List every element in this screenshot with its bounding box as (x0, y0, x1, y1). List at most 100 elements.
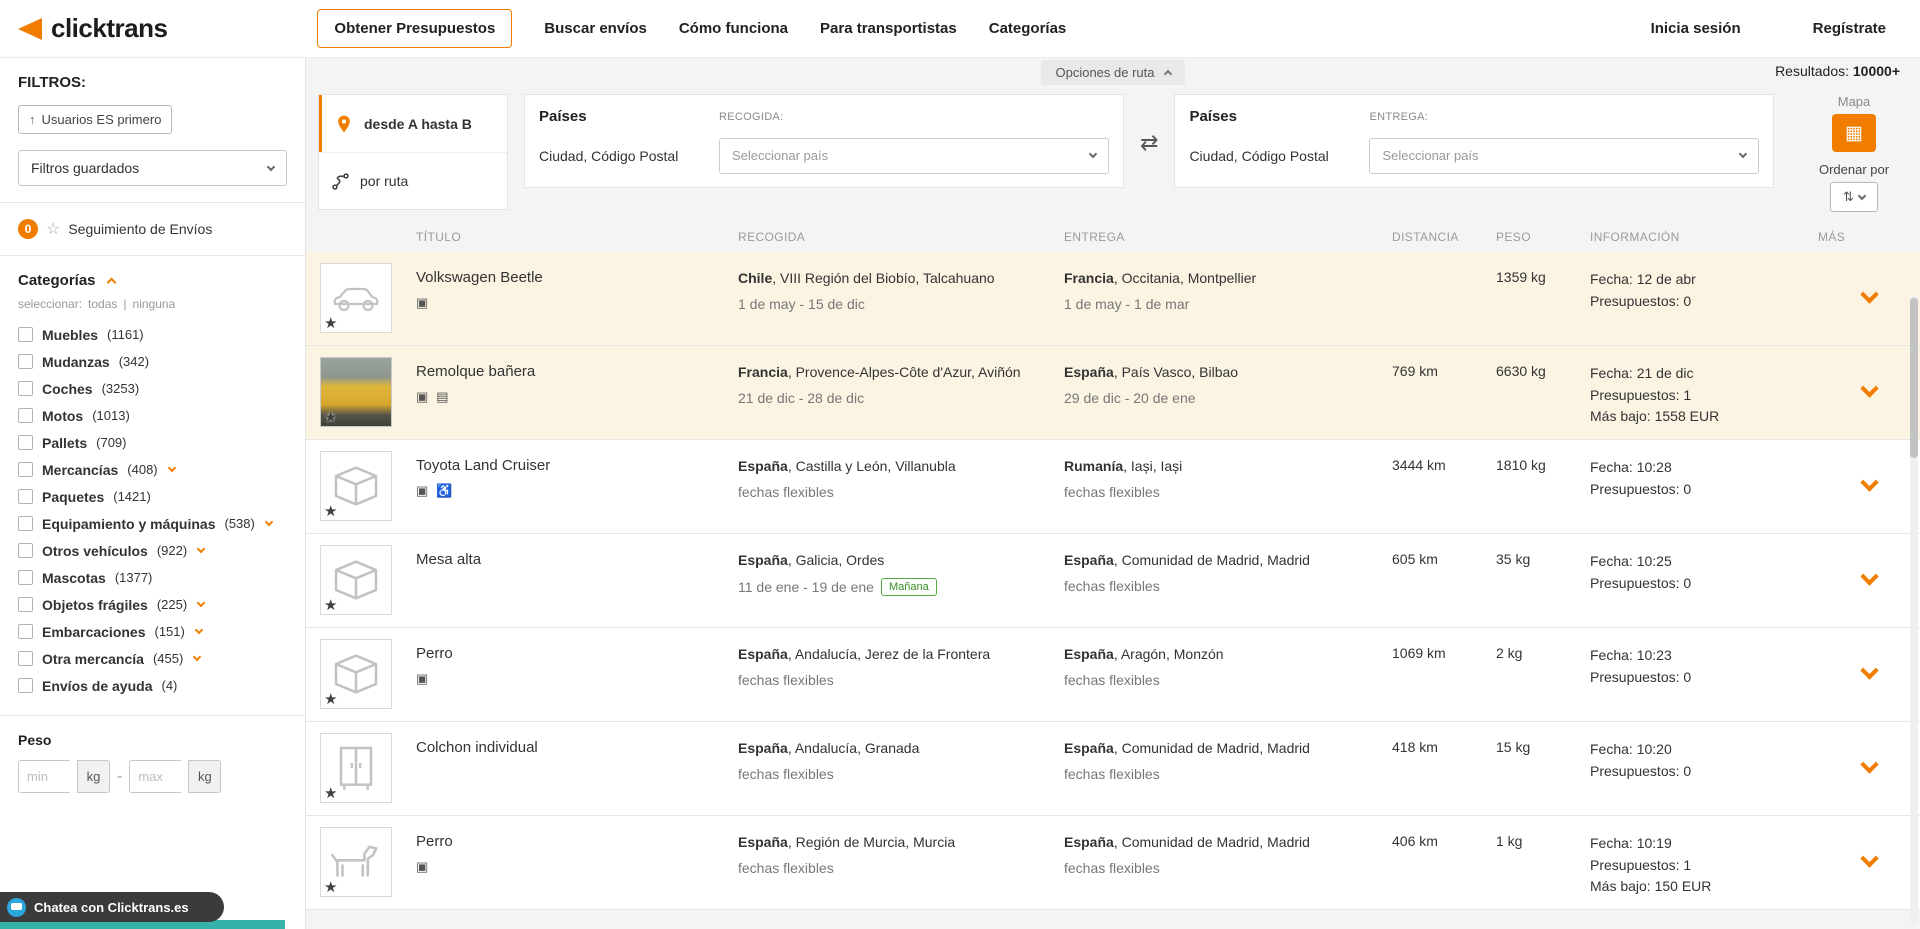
category-filter-item[interactable]: Envíos de ayuda (4) (18, 672, 287, 699)
shipment-thumbnail[interactable] (320, 733, 392, 803)
shipment-thumbnail[interactable] (320, 357, 392, 427)
shipment-thumbnail[interactable] (320, 263, 392, 333)
shipment-title[interactable]: Mesa alta (416, 551, 720, 568)
shipment-title[interactable]: Perro (416, 645, 720, 662)
expand-row-chevron-icon[interactable] (1860, 567, 1878, 585)
favorite-star-icon[interactable] (324, 596, 337, 614)
register-link[interactable]: Regístrate (1813, 20, 1886, 37)
category-checkbox[interactable] (18, 327, 33, 342)
shipment-thumbnail[interactable] (320, 827, 392, 897)
nav-get-quotes[interactable]: Obtener Presupuestos (317, 9, 512, 48)
map-view-button[interactable]: ▦ (1832, 114, 1876, 152)
chevron-down-icon[interactable] (195, 626, 203, 634)
chevron-down-icon[interactable] (265, 518, 273, 526)
shipment-thumbnail[interactable] (320, 545, 392, 615)
favorite-star-icon[interactable] (324, 314, 337, 332)
category-checkbox[interactable] (18, 489, 33, 504)
delivery-country-select[interactable]: Seleccionar país (1369, 138, 1759, 174)
clicktrans-logo[interactable]: clicktrans (18, 13, 167, 44)
weight-max-input[interactable] (129, 760, 181, 793)
favorite-star-icon[interactable] (324, 408, 337, 426)
shipment-title[interactable]: Volkswagen Beetle (416, 269, 720, 286)
category-filter-item[interactable]: Otra mercancía (455) (18, 645, 287, 672)
chat-widget[interactable]: Chatea con Clicktrans.es (0, 892, 224, 922)
categories-section-toggle[interactable]: Categorías (18, 272, 287, 289)
shipment-row[interactable]: Toyota Land Cruiser ▣ ♿ España, Castilla… (306, 440, 1920, 534)
expand-row-chevron-icon[interactable] (1860, 285, 1878, 303)
category-checkbox[interactable] (18, 651, 33, 666)
weight-min-input[interactable] (18, 760, 70, 793)
shipment-thumbnail[interactable] (320, 639, 392, 709)
route-options-toggle[interactable]: Opciones de ruta (1041, 60, 1184, 85)
category-checkbox[interactable] (18, 408, 33, 423)
category-filter-item[interactable]: Paquetes (1421) (18, 483, 287, 510)
category-filter-item[interactable]: Muebles (1161) (18, 321, 287, 348)
chevron-down-icon[interactable] (197, 599, 205, 607)
nav-categories[interactable]: Categorías (989, 20, 1067, 37)
tab-by-route[interactable]: por ruta (319, 152, 507, 209)
shipment-row[interactable]: Perro ▣ España, Andalucía, Jerez de la F… (306, 628, 1920, 722)
tab-from-a-to-b[interactable]: desde A hasta B (319, 95, 507, 152)
chevron-down-icon[interactable] (167, 464, 175, 472)
expand-row-chevron-icon[interactable] (1860, 379, 1878, 397)
select-none-link[interactable]: ninguna (133, 297, 176, 311)
shipment-row[interactable]: Volkswagen Beetle ▣ Chile, VIII Región d… (306, 252, 1920, 346)
expand-row-chevron-icon[interactable] (1860, 661, 1878, 679)
category-checkbox[interactable] (18, 678, 33, 693)
favorite-star-icon[interactable] (324, 502, 337, 520)
chevron-down-icon[interactable] (193, 653, 201, 661)
shipment-tracking[interactable]: 0 ☆ Seguimiento de Envíos (18, 219, 287, 239)
select-all-link[interactable]: todas (88, 297, 117, 311)
expand-row-chevron-icon[interactable] (1860, 755, 1878, 773)
vertical-scrollbar[interactable] (1910, 296, 1918, 925)
category-filter-item[interactable]: Objetos frágiles (225) (18, 591, 287, 618)
shipment-title[interactable]: Perro (416, 833, 720, 850)
chevron-down-icon[interactable] (197, 545, 205, 553)
shipment-title[interactable]: Toyota Land Cruiser (416, 457, 720, 474)
favorite-star-icon[interactable] (324, 784, 337, 802)
category-filter-item[interactable]: Equipamiento y máquinas (538) (18, 510, 287, 537)
category-filter-item[interactable]: Pallets (709) (18, 429, 287, 456)
delivery-countries-tab[interactable]: Países (1189, 108, 1357, 125)
category-filter-item[interactable]: Motos (1013) (18, 402, 287, 429)
nav-for-carriers[interactable]: Para transportistas (820, 20, 957, 37)
nav-search-shipments[interactable]: Buscar envíos (544, 20, 647, 37)
category-filter-item[interactable]: Mudanzas (342) (18, 348, 287, 375)
shipment-row[interactable]: Colchon individual España, Andalucía, Gr… (306, 722, 1920, 816)
category-filter-item[interactable]: Coches (3253) (18, 375, 287, 402)
pickup-country-select[interactable]: Seleccionar país (719, 138, 1109, 174)
nav-how-it-works[interactable]: Cómo funciona (679, 20, 788, 37)
category-checkbox[interactable] (18, 354, 33, 369)
category-checkbox[interactable] (18, 516, 33, 531)
shipment-title[interactable]: Remolque bañera (416, 363, 720, 380)
category-checkbox[interactable] (18, 462, 33, 477)
swap-locations-icon[interactable]: ⇄ (1140, 130, 1158, 156)
shipment-title[interactable]: Colchon individual (416, 739, 720, 756)
category-checkbox[interactable] (18, 435, 33, 450)
shipment-thumbnail[interactable] (320, 451, 392, 521)
category-filter-item[interactable]: Mascotas (1377) (18, 564, 287, 591)
es-users-first-button[interactable]: ↑ Usuarios ES primero (18, 105, 172, 134)
favorite-star-icon[interactable] (324, 690, 337, 708)
category-checkbox[interactable] (18, 381, 33, 396)
expand-row-chevron-icon[interactable] (1860, 849, 1878, 867)
delivery-city-tab[interactable]: Ciudad, Código Postal (1189, 148, 1357, 164)
category-checkbox[interactable] (18, 570, 33, 585)
category-checkbox[interactable] (18, 624, 33, 639)
scrollbar-thumb[interactable] (1910, 298, 1918, 458)
pickup-city-tab[interactable]: Ciudad, Código Postal (539, 148, 707, 164)
category-filter-item[interactable]: Embarcaciones (151) (18, 618, 287, 645)
favorite-star-icon[interactable] (324, 878, 337, 896)
category-checkbox[interactable] (18, 543, 33, 558)
login-link[interactable]: Inicia sesión (1651, 20, 1741, 37)
category-filter-item[interactable]: Otros vehículos (922) (18, 537, 287, 564)
shipment-row[interactable]: Perro ▣ España, Región de Murcia, Murcia… (306, 816, 1920, 910)
sort-order-button[interactable]: ⇅ (1830, 182, 1878, 212)
saved-filters-select[interactable]: Filtros guardados (18, 150, 287, 186)
category-filter-item[interactable]: Mercancías (408) (18, 456, 287, 483)
category-checkbox[interactable] (18, 597, 33, 612)
pickup-countries-tab[interactable]: Países (539, 108, 707, 125)
shipment-row[interactable]: Remolque bañera ▣ ▤ Francia, Provence-Al… (306, 346, 1920, 440)
shipment-row[interactable]: Mesa alta España, Galicia, Ordes 11 de e… (306, 534, 1920, 628)
expand-row-chevron-icon[interactable] (1860, 473, 1878, 491)
